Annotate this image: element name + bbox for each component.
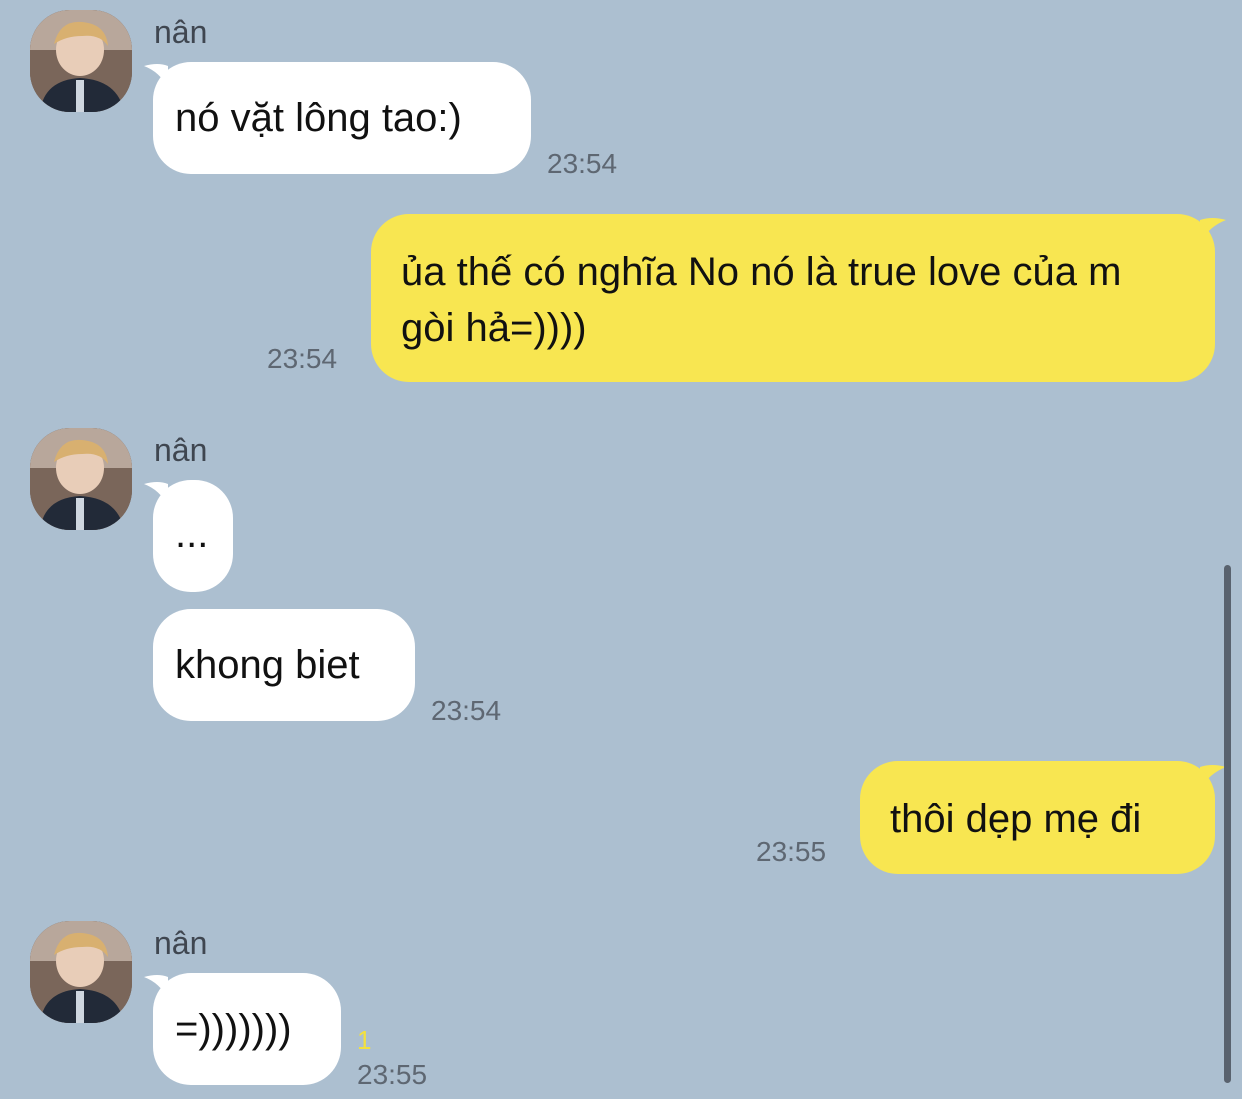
avatar[interactable]: [30, 10, 132, 112]
sender-name: nân: [154, 925, 208, 961]
message-timestamp: 23:54: [547, 148, 618, 179]
avatar[interactable]: [30, 921, 132, 1023]
message-timestamp: 23:55: [357, 1059, 428, 1090]
message-bubble[interactable]: nó vặt lông tao:): [153, 62, 531, 174]
scrollbar[interactable]: [1224, 565, 1231, 1083]
message-bubble[interactable]: =))))))): [153, 973, 341, 1085]
avatar[interactable]: [30, 428, 132, 530]
unread-count: 1: [357, 1025, 372, 1055]
message-timestamp: 23:54: [267, 343, 338, 374]
profile-photo-icon: [30, 10, 132, 112]
message-bubble[interactable]: ...: [153, 480, 233, 592]
sender-name: nân: [154, 432, 208, 468]
message-bubble[interactable]: ủa thế có nghĩa No nó là true love của m…: [371, 214, 1215, 382]
profile-photo-icon: [30, 921, 132, 1023]
message-timestamp: 23:55: [756, 836, 827, 867]
sender-name: nân: [154, 14, 208, 50]
message-timestamp: 23:54: [431, 695, 502, 726]
message-bubble[interactable]: thôi dẹp mẹ đi: [860, 761, 1215, 874]
message-bubble[interactable]: khong biet: [153, 609, 415, 721]
profile-photo-icon: [30, 428, 132, 530]
